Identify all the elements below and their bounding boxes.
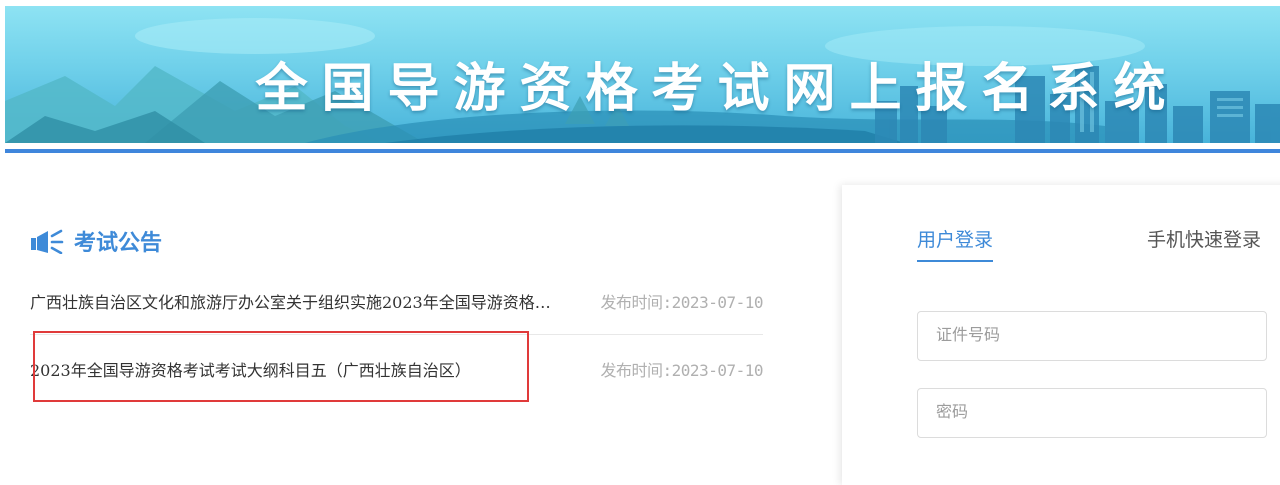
notice-date: 发布时间:2023-07-10 bbox=[600, 360, 764, 380]
notice-item: 2023年全国导游资格考试考试大纲科目五（广西壮族自治区） 发布时间:2023-… bbox=[30, 335, 764, 402]
password-input[interactable] bbox=[917, 388, 1267, 438]
notice-link[interactable]: 2023年全国导游资格考试考试大纲科目五（广西壮族自治区） bbox=[30, 357, 555, 381]
notice-date: 发布时间:2023-07-10 bbox=[600, 293, 764, 312]
banner-title: 全国导游资格考试网上报名系统 bbox=[255, 59, 1180, 119]
notice-list: 广西壮族自治区文化和旅游厅办公室关于组织实施2023年全国导游资格考试工作的通知… bbox=[30, 268, 764, 402]
notice-heading: 考试公告 bbox=[74, 230, 163, 256]
notice-header: 考试公告 bbox=[30, 226, 162, 256]
notice-item: 广西壮族自治区文化和旅游厅办公室关于组织实施2023年全国导游资格考试工作的通知… bbox=[30, 268, 764, 335]
tab-user-login[interactable]: 用户登录 bbox=[917, 225, 994, 262]
megaphone-icon bbox=[31, 229, 64, 254]
tab-phone-login[interactable]: 手机快速登录 bbox=[1147, 225, 1261, 260]
banner-divider bbox=[5, 149, 1280, 153]
id-number-input[interactable] bbox=[917, 311, 1267, 361]
notice-link[interactable]: 广西壮族自治区文化和旅游厅办公室关于组织实施2023年全国导游资格考试工作的通知 bbox=[30, 289, 555, 313]
login-panel: 用户登录 手机快速登录 bbox=[842, 185, 1280, 485]
header-banner: 全国导游资格考试网上报名系统 bbox=[5, 6, 1280, 143]
